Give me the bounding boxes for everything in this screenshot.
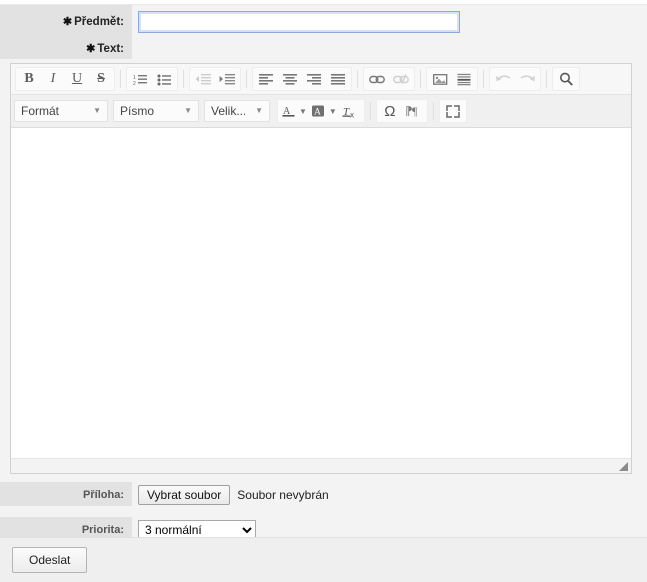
numbered-list-icon[interactable]: 12 — [128, 68, 152, 90]
redo-icon[interactable] — [515, 68, 539, 90]
attachment-row: Příloha: Vybrat soubor Soubor nevybrán — [0, 482, 647, 509]
toolbar-group-special: Ω ⁋ ¶ — [375, 99, 428, 123]
compose-message-page: ✱ Předmět: ✱ Text: B I U S 12 Formát ▼ P… — [0, 0, 647, 582]
toolbar-group-find — [552, 67, 580, 91]
subject-label: ✱ Předmět: — [0, 5, 132, 37]
text-label-text: Text: — [97, 43, 124, 55]
background-color-icon[interactable]: A ▼ — [309, 100, 339, 122]
svg-text:A: A — [314, 107, 321, 117]
increase-indent-icon[interactable] — [215, 68, 239, 90]
toolbar-separator-4 — [357, 70, 358, 88]
svg-text:x: x — [350, 110, 354, 119]
toolbar-separator-3 — [246, 70, 247, 88]
rich-text-editor: B I U S 12 Formát ▼ Písmo ▼ Velik... ▼ A… — [10, 63, 632, 474]
subject-field-cell — [132, 5, 647, 37]
toolbar-group-align — [252, 67, 352, 91]
text-label: ✱ Text: — [0, 37, 132, 59]
attachment-field-cell: Vybrat soubor Soubor nevybrán — [132, 482, 647, 509]
toolbar-group-colors: A ▼ A ▼ Tx — [277, 99, 365, 123]
chevron-down-icon: ▼ — [93, 106, 101, 115]
toolbar-separator-1 — [120, 70, 121, 88]
font-dropdown-label: Písmo — [120, 104, 155, 118]
resize-grip-icon[interactable] — [618, 461, 629, 472]
maximize-icon[interactable] — [441, 100, 465, 122]
text-direction-icon[interactable]: ⁋ ¶ — [402, 100, 426, 122]
chevron-down-icon: ▼ — [328, 106, 337, 116]
size-dropdown-label: Velik... — [211, 104, 246, 118]
align-justify-icon[interactable] — [326, 68, 350, 90]
text-label-spacer — [132, 37, 647, 45]
subject-input[interactable] — [138, 11, 460, 33]
align-right-icon[interactable] — [302, 68, 326, 90]
toolbar-separator-2 — [183, 70, 184, 88]
text-color-icon[interactable]: A ▼ — [279, 100, 309, 122]
subject-label-text: Předmět: — [74, 16, 124, 28]
underline-icon[interactable]: U — [65, 68, 89, 90]
attachment-label: Příloha: — [0, 482, 132, 506]
toolbar-group-indent — [189, 67, 241, 91]
decrease-indent-icon[interactable] — [191, 68, 215, 90]
bold-icon[interactable]: B — [17, 68, 41, 90]
format-dropdown[interactable]: Formát ▼ — [14, 100, 108, 122]
toolbar-group-maximize — [438, 99, 467, 123]
insert-horizontal-rule-icon[interactable] — [452, 68, 476, 90]
toolbar-group-links — [363, 67, 415, 91]
chevron-down-icon: ▼ — [299, 106, 307, 116]
attachment-status-text: Soubor nevybrán — [237, 488, 329, 502]
required-marker-subject: ✱ — [62, 16, 73, 28]
required-marker-text: ✱ — [86, 43, 96, 55]
toolbar-separator-9 — [432, 102, 434, 120]
submit-button[interactable]: Odeslat — [12, 547, 88, 573]
remove-format-icon[interactable]: Tx — [339, 100, 363, 122]
editor-content-area[interactable] — [11, 128, 631, 458]
form-footer: Odeslat — [0, 537, 647, 582]
toolbar-group-basic-styles: B I U S — [15, 67, 115, 91]
chevron-down-icon: ▼ — [255, 106, 263, 115]
insert-link-icon[interactable] — [365, 68, 389, 90]
find-icon[interactable] — [554, 68, 578, 90]
svg-text:2: 2 — [133, 81, 136, 86]
text-label-row: ✱ Text: — [0, 37, 647, 59]
choose-file-button[interactable]: Vybrat soubor — [138, 485, 231, 505]
subject-row: ✱ Předmět: — [0, 5, 647, 37]
strikethrough-icon[interactable]: S — [89, 68, 113, 90]
toolbar-group-insert — [426, 67, 478, 91]
format-dropdown-label: Formát — [21, 104, 60, 118]
align-left-icon[interactable] — [254, 68, 278, 90]
special-character-icon[interactable]: Ω — [378, 100, 402, 122]
editor-toolbar-row-2: Formát ▼ Písmo ▼ Velik... ▼ A ▼ A ▼ T x … — [11, 95, 631, 128]
align-center-icon[interactable] — [278, 68, 302, 90]
chevron-down-icon: ▼ — [184, 106, 192, 115]
toolbar-group-history — [489, 67, 541, 91]
editor-status-bar — [11, 458, 631, 473]
toolbar-separator-7 — [546, 70, 547, 88]
bulleted-list-icon[interactable] — [152, 68, 176, 90]
size-dropdown[interactable]: Velik... ▼ — [204, 100, 270, 122]
svg-text:¶: ¶ — [412, 104, 418, 118]
unlink-icon[interactable] — [389, 68, 413, 90]
toolbar-row2-inner: Formát ▼ Písmo ▼ Velik... ▼ A ▼ A ▼ T x … — [14, 99, 469, 123]
undo-icon[interactable] — [491, 68, 515, 90]
insert-image-icon[interactable] — [428, 68, 452, 90]
toolbar-separator-6 — [483, 70, 484, 88]
toolbar-separator-5 — [420, 70, 421, 88]
italic-icon[interactable]: I — [41, 68, 65, 90]
toolbar-group-lists: 12 — [126, 67, 178, 91]
toolbar-separator-8 — [369, 102, 371, 120]
editor-toolbar-row-1: B I U S 12 — [11, 64, 631, 95]
font-dropdown[interactable]: Písmo ▼ — [113, 100, 199, 122]
